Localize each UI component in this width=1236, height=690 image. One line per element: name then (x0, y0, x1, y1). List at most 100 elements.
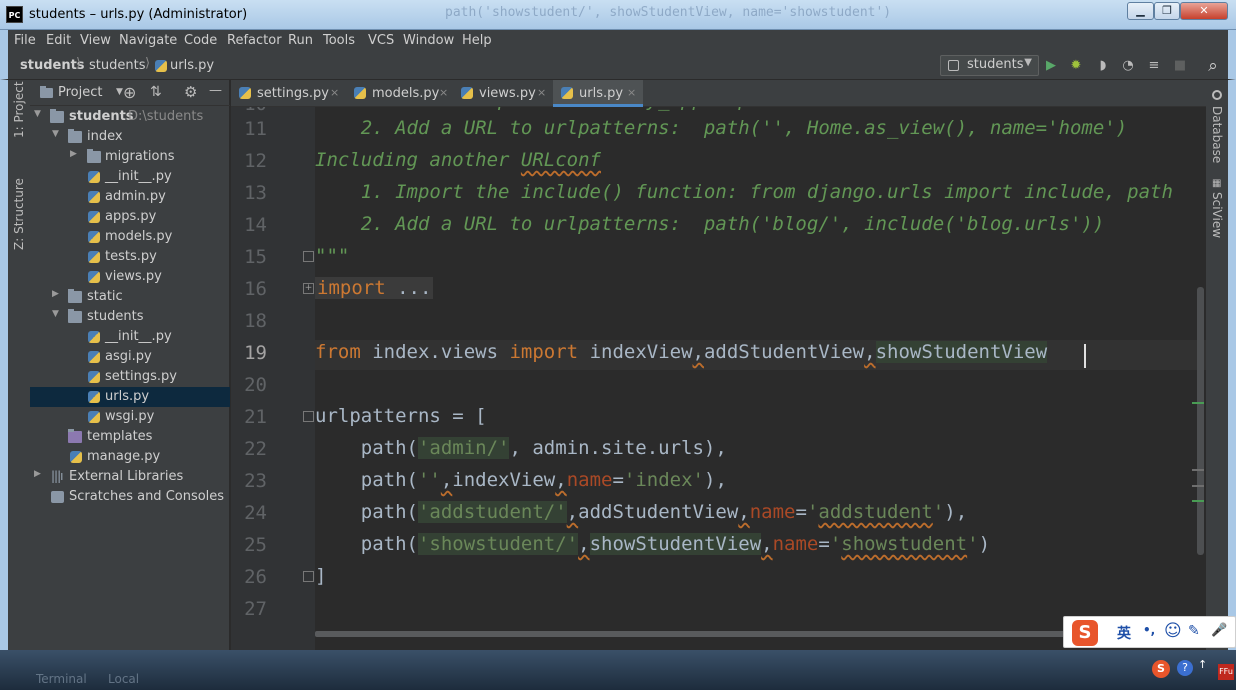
maximize-button[interactable]: ❐ (1154, 2, 1180, 20)
tree-item-static[interactable]: ▶ static (30, 287, 230, 307)
tree-item-models-py[interactable]: models.py (30, 227, 230, 247)
tree-item-apps-py[interactable]: apps.py (30, 207, 230, 227)
python-file-icon (239, 87, 251, 99)
line-number-current: 19 (244, 342, 267, 364)
close-button[interactable]: ✕ (1180, 2, 1228, 20)
close-tab-icon[interactable]: × (330, 86, 339, 99)
tree-item-tests-py[interactable]: tests.py (30, 247, 230, 267)
fold-marker-icon[interactable] (303, 411, 314, 422)
close-tab-icon[interactable]: × (627, 86, 636, 99)
menu-window[interactable]: Window (403, 33, 454, 48)
search-icon[interactable]: ⌕ (1204, 57, 1222, 75)
menu-code[interactable]: Code (184, 33, 217, 48)
microphone-icon[interactable]: 🎤 (1211, 623, 1227, 638)
minimize-button[interactable]: ▁ (1127, 2, 1154, 20)
punctuation-toggle[interactable]: •, (1143, 623, 1155, 637)
tree-item-label: tests.py (105, 249, 157, 264)
database-tool-tab[interactable]: Database (1210, 106, 1224, 163)
tree-item-init-py[interactable]: __init__.py (30, 167, 230, 187)
run-configuration-dropdown[interactable]: students ▼ (940, 55, 1039, 76)
run-icon[interactable]: ▶ (1042, 57, 1060, 75)
debug-icon[interactable]: ✹ (1067, 57, 1085, 75)
tree-item-settings-py[interactable]: settings.py (30, 367, 230, 387)
tab-urls-py[interactable]: urls.py × (553, 80, 643, 107)
chevron-down-icon[interactable]: ▼ (34, 109, 41, 119)
collapse-all-icon[interactable]: ⇅ (150, 84, 162, 100)
chevron-right-icon[interactable]: ▶ (70, 149, 77, 159)
tree-item-admin-py[interactable]: admin.py (30, 187, 230, 207)
tree-item-urls-py[interactable]: urls.py (30, 387, 230, 407)
close-tab-icon[interactable]: × (537, 86, 546, 99)
tab-settings-py[interactable]: settings.py × (231, 80, 346, 107)
python-file-icon (88, 331, 100, 343)
fold-marker-icon[interactable] (303, 571, 314, 582)
menu-file[interactable]: File (14, 33, 36, 48)
tree-item-views-py[interactable]: views.py (30, 267, 230, 287)
tree-item-label: manage.py (87, 449, 161, 464)
tray-app-icon[interactable]: FFu (1218, 664, 1234, 680)
sogou-logo-icon[interactable]: S (1072, 620, 1098, 646)
chevron-down-icon[interactable]: ▼ (116, 87, 123, 97)
code-editor[interactable]: 1. Add an import: from my_app import vie… (315, 107, 1206, 650)
line-number: 18 (244, 310, 267, 332)
tree-item-manage-py[interactable]: manage.py (30, 447, 230, 467)
breadcrumb-project[interactable]: students (20, 58, 85, 73)
gear-icon[interactable]: ⚙ (184, 83, 197, 101)
python-file-icon (155, 60, 167, 72)
menu-run[interactable]: Run (288, 33, 313, 48)
taskbar-item-terminal[interactable]: Terminal (36, 672, 87, 686)
tree-item-students-root[interactable]: ▼ students D:\students (30, 107, 230, 127)
run-with-coverage-icon[interactable]: ◗ (1094, 57, 1112, 75)
tree-item-scratches[interactable]: Scratches and Consoles (30, 487, 230, 507)
menu-refactor[interactable]: Refactor (227, 33, 282, 48)
breadcrumb-file[interactable]: urls.py (170, 58, 214, 73)
structure-tool-tab[interactable]: Z: Structure (12, 178, 26, 250)
sciview-tool-tab[interactable]: SciView (1210, 192, 1224, 238)
tree-item-label: External Libraries (69, 469, 184, 484)
tree-item-label: views.py (105, 269, 162, 284)
chevron-down-icon[interactable]: ▼ (52, 309, 59, 319)
tray-ime-icon[interactable]: S (1152, 660, 1170, 678)
concurrency-diagram-icon[interactable]: ≡ (1145, 57, 1163, 75)
hide-panel-icon[interactable]: — (209, 83, 222, 98)
horizontal-scrollbar[interactable] (315, 631, 1075, 637)
tree-item-external-libraries[interactable]: ▶ |||ı External Libraries (30, 467, 230, 487)
breadcrumb-folder[interactable]: students (89, 58, 145, 73)
tree-item-index[interactable]: ▼ index (30, 127, 230, 147)
menu-vcs[interactable]: VCS (368, 33, 394, 48)
menu-navigate[interactable]: Navigate (119, 33, 177, 48)
tab-models-py[interactable]: models.py × (346, 80, 453, 107)
project-view-selector[interactable]: Project (58, 85, 102, 100)
tree-item-students-package[interactable]: ▼ students (30, 307, 230, 327)
chevron-right-icon[interactable]: ▶ (34, 469, 41, 479)
expand-fold-icon[interactable]: + (303, 283, 314, 294)
project-tool-tab[interactable]: 1: Project (12, 81, 26, 138)
stop-icon[interactable]: ■ (1171, 57, 1189, 75)
tray-help-icon[interactable]: ? (1177, 660, 1193, 676)
menu-edit[interactable]: Edit (46, 33, 71, 48)
tree-item-asgi-py[interactable]: asgi.py (30, 347, 230, 367)
fold-marker-icon[interactable] (303, 251, 314, 262)
language-toggle[interactable]: 英 (1117, 623, 1131, 643)
vertical-scrollbar[interactable] (1197, 287, 1204, 555)
tree-item-label: apps.py (105, 209, 157, 224)
chevron-down-icon[interactable]: ▼ (52, 129, 59, 139)
emoji-icon[interactable]: ☺ (1164, 621, 1182, 641)
tree-item-wsgi-py[interactable]: wsgi.py (30, 407, 230, 427)
tab-views-py[interactable]: views.py × (453, 80, 553, 107)
menu-help[interactable]: Help (462, 33, 492, 48)
tree-item-migrations[interactable]: ▶ migrations (30, 147, 230, 167)
profile-icon[interactable]: ◔ (1119, 57, 1137, 75)
tree-item-init-py[interactable]: __init__.py (30, 327, 230, 347)
tree-item-templates[interactable]: templates (30, 427, 230, 447)
skin-icon[interactable]: ✎ (1188, 623, 1200, 639)
taskbar-item-local[interactable]: Local (108, 672, 139, 686)
close-tab-icon[interactable]: × (439, 86, 448, 99)
menu-view[interactable]: View (80, 33, 111, 48)
chevron-right-icon[interactable]: ▶ (52, 289, 59, 299)
pycharm-logo-icon: PC (6, 6, 23, 23)
tree-item-label: __init__.py (105, 169, 172, 184)
tray-notification-icon[interactable]: ↑ (1198, 658, 1207, 671)
locate-file-icon[interactable]: ⊕ (123, 83, 136, 102)
menu-tools[interactable]: Tools (323, 33, 355, 48)
